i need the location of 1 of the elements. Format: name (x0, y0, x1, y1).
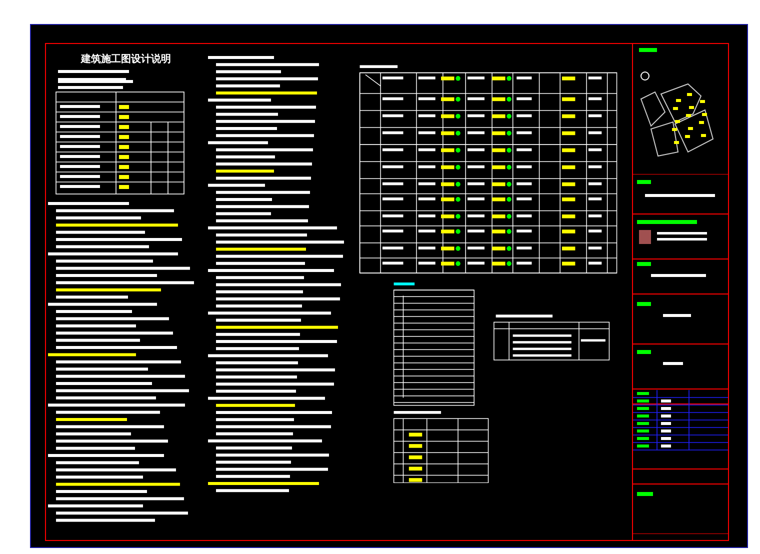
sheet-title: 建筑施工图设计说明 (81, 52, 171, 66)
